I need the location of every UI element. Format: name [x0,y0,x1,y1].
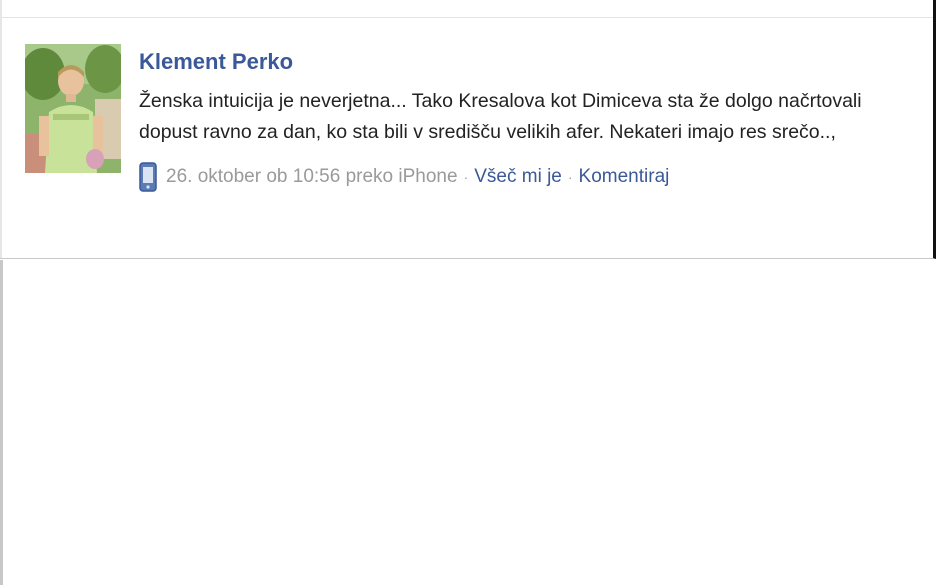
separator-dot: · [463,169,469,185]
news-feed-panel: Klement Perko Ženska intuicija je neverj… [0,0,936,259]
divider [0,17,933,18]
author-name-link[interactable]: Klement Perko [139,48,899,76]
post-message: Ženska intuicija je neverjetna... Tako K… [139,90,862,143]
comment-link[interactable]: Komentiraj [579,166,670,188]
avatar[interactable] [25,44,121,173]
separator-dot: · [567,169,573,185]
page: Klement Perko Ženska intuicija je neverj… [0,0,943,585]
story-meta: 26. oktober ob 10:56 preko iPhone · Všeč… [139,162,899,192]
page-left-border [0,260,3,585]
profile-photo [25,44,121,173]
panel-left-edge [0,0,2,258]
post-timestamp[interactable]: 26. oktober ob 10:56 preko iPhone [166,166,458,188]
like-link[interactable]: Všeč mi je [474,166,562,188]
story-content: Klement Perko Ženska intuicija je neverj… [139,44,899,192]
mobile-phone-icon [139,162,157,192]
